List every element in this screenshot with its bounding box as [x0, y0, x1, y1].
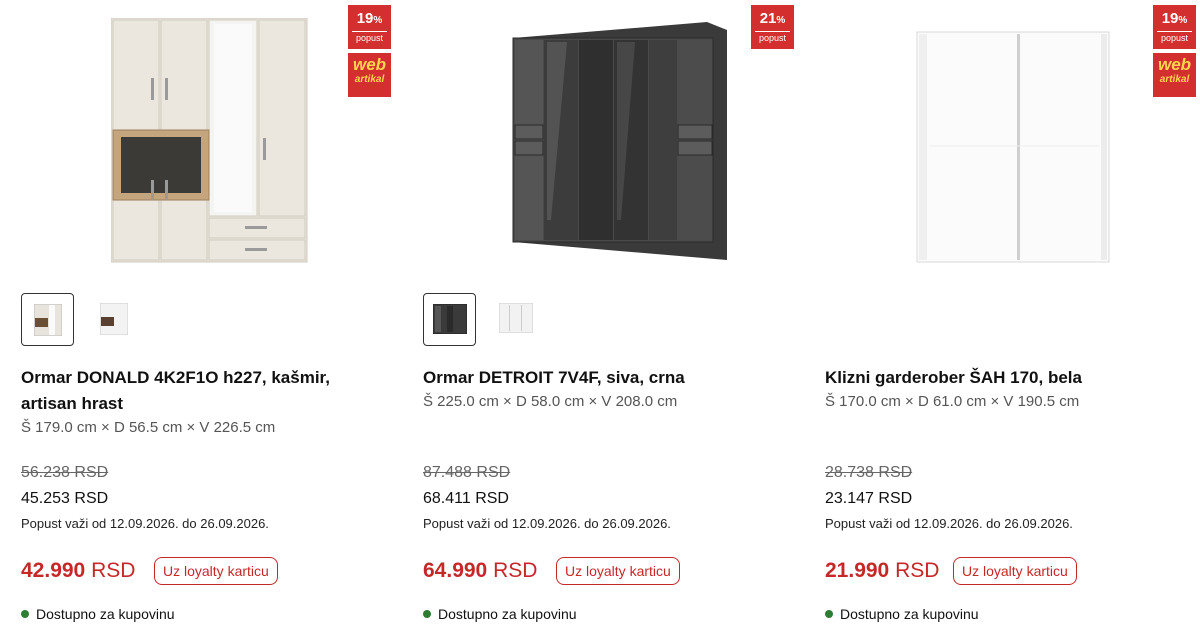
loyalty-currency: RSD	[493, 559, 538, 582]
availability-dot-icon	[423, 610, 431, 618]
availability-status: Dostupno za kupovinu	[21, 604, 175, 624]
product-image-area[interactable]: 21% popust	[423, 0, 813, 280]
availability-status: Dostupno za kupovinu	[423, 604, 577, 624]
product-image-area[interactable]: 19% popust web artikal	[21, 0, 411, 280]
product-card-1: 19% popust web artikal Ormar DONALD 4K2F…	[21, 0, 411, 627]
availability-text: Dostupno za kupovinu	[438, 606, 577, 622]
loyalty-currency: RSD	[91, 559, 136, 582]
discount-price: 23.147 RSD	[825, 490, 913, 507]
variant-thumb-white[interactable]	[88, 293, 141, 346]
availability-text: Dostupno za kupovinu	[36, 606, 175, 622]
variant-thumb-cashmere[interactable]	[21, 293, 74, 346]
availability-text: Dostupno za kupovinu	[840, 606, 979, 622]
discount-label: popust	[755, 31, 790, 43]
loyalty-amount: 42.990	[21, 559, 86, 582]
product-image-area[interactable]: 19% popust web artikal	[825, 0, 1200, 280]
availability-status: Dostupno za kupovinu	[825, 604, 979, 624]
loyalty-price: 42.990 RSD	[21, 556, 135, 586]
discount-badge: 19% popust	[348, 5, 391, 49]
web-article-badge: web artikal	[348, 53, 391, 97]
discount-percent: 19%	[356, 10, 383, 27]
old-price: 28.738 RSD	[825, 464, 913, 481]
loyalty-amount: 21.990	[825, 559, 890, 582]
product-dimensions: Š 179.0 cm × D 56.5 cm × V 226.5 cm	[21, 419, 276, 436]
product-card-2: 21% popust Ormar DETROIT 7V4F, siva, crn…	[423, 0, 813, 627]
web-badge-line1: web	[352, 55, 387, 74]
web-badge-line1: web	[1157, 55, 1192, 74]
discount-validity: Popust važi od 12.09.2026. do 26.09.2026…	[825, 516, 1073, 531]
web-badge-line2: artikal	[1159, 74, 1190, 85]
product-card-3: 19% popust web artikal Klizni garderober…	[825, 0, 1200, 627]
sliding-wardrobe-white-image[interactable]	[915, 30, 1111, 264]
variant-thumb-grey-black[interactable]	[423, 293, 476, 346]
variant-thumb-white[interactable]	[490, 293, 543, 346]
discount-label: popust	[352, 31, 387, 43]
wardrobe-grey-black-image[interactable]	[507, 20, 729, 262]
web-article-badge: web artikal	[1153, 53, 1196, 97]
old-price: 56.238 RSD	[21, 464, 109, 481]
discount-price: 45.253 RSD	[21, 490, 109, 507]
availability-dot-icon	[825, 610, 833, 618]
loyalty-card-button[interactable]: Uz loyalty karticu	[154, 557, 278, 585]
loyalty-price: 21.990 RSD	[825, 556, 939, 586]
discount-percent: 21%	[759, 10, 786, 27]
product-title[interactable]: Ormar DONALD 4K2F1O h227, kašmir, artisa…	[21, 365, 371, 417]
discount-percent: 19%	[1161, 10, 1188, 27]
web-badge-line2: artikal	[354, 74, 385, 85]
product-dimensions: Š 225.0 cm × D 58.0 cm × V 208.0 cm	[423, 393, 678, 410]
loyalty-card-button[interactable]: Uz loyalty karticu	[953, 557, 1077, 585]
loyalty-amount: 64.990	[423, 559, 488, 582]
old-price: 87.488 RSD	[423, 464, 511, 481]
availability-dot-icon	[21, 610, 29, 618]
discount-label: popust	[1157, 31, 1192, 43]
loyalty-card-button[interactable]: Uz loyalty karticu	[556, 557, 680, 585]
discount-validity: Popust važi od 12.09.2026. do 26.09.2026…	[21, 516, 269, 531]
discount-price: 68.411 RSD	[423, 490, 509, 507]
product-title[interactable]: Ormar DETROIT 7V4F, siva, crna	[423, 365, 773, 391]
wardrobe-cashmere-oak-image[interactable]	[111, 18, 311, 266]
loyalty-price: 64.990 RSD	[423, 556, 537, 586]
product-dimensions: Š 170.0 cm × D 61.0 cm × V 190.5 cm	[825, 393, 1080, 410]
loyalty-currency: RSD	[895, 559, 940, 582]
discount-badge: 21% popust	[751, 5, 794, 49]
discount-badge: 19% popust	[1153, 5, 1196, 49]
product-title[interactable]: Klizni garderober ŠAH 170, bela	[825, 365, 1175, 391]
discount-validity: Popust važi od 12.09.2026. do 26.09.2026…	[423, 516, 671, 531]
